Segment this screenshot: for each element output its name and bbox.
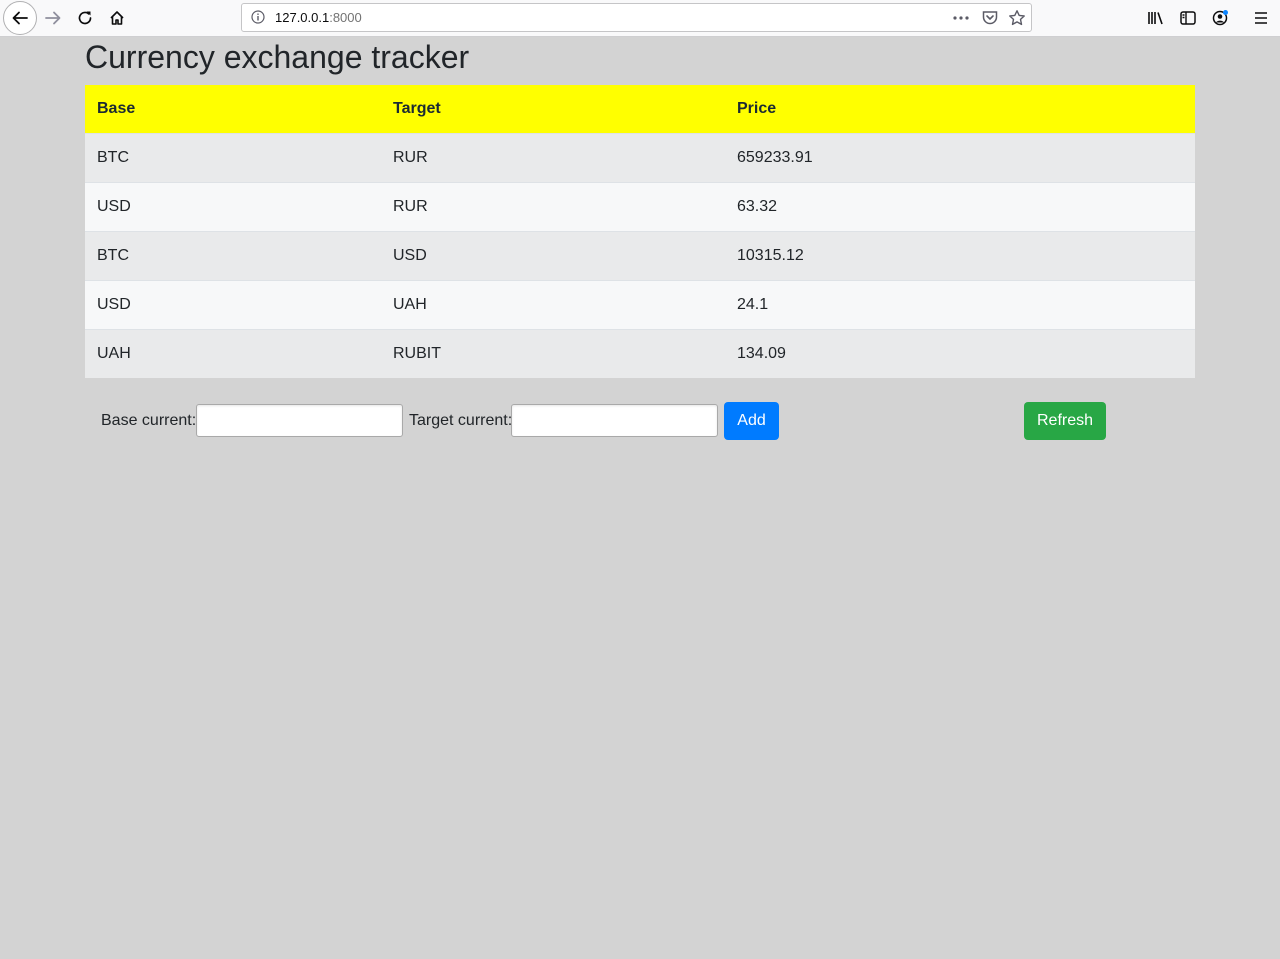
forward-button[interactable]: [36, 1, 70, 35]
account-button[interactable]: [1203, 1, 1237, 35]
url-host: 127.0.0.1: [275, 10, 330, 25]
cell-base: BTC: [85, 132, 381, 182]
browser-toolbar: 127.0.0.1:8000: [0, 0, 1280, 37]
header-price: Price: [725, 85, 1195, 133]
pocket-icon[interactable]: [981, 9, 999, 32]
header-base: Base: [85, 85, 381, 133]
cell-base: USD: [85, 279, 381, 329]
cell-base: BTC: [85, 230, 381, 280]
target-current-input[interactable]: [511, 404, 718, 437]
base-current-label: Base current:: [101, 412, 197, 429]
reload-icon: [78, 11, 92, 25]
cell-target: RUBIT: [381, 328, 725, 378]
menu-button[interactable]: [1244, 1, 1278, 35]
refresh-button[interactable]: Refresh: [1024, 402, 1106, 440]
page-title: Currency exchange tracker: [85, 39, 470, 75]
cell-target: RUR: [381, 181, 725, 231]
library-icon: [1148, 12, 1163, 25]
cell-target: RUR: [381, 132, 725, 182]
url-bar[interactable]: 127.0.0.1:8000: [241, 3, 1032, 32]
home-button[interactable]: [100, 1, 134, 35]
cell-base: UAH: [85, 328, 381, 378]
home-icon: [110, 11, 124, 25]
back-button[interactable]: [3, 1, 37, 35]
add-button[interactable]: Add: [724, 402, 779, 440]
hamburger-menu-icon: [1255, 12, 1267, 24]
table-row: USD RUR 63.32: [85, 181, 1195, 231]
cell-price: 63.32: [725, 181, 1195, 231]
cell-target: UAH: [381, 279, 725, 329]
cell-base: USD: [85, 181, 381, 231]
cell-price: 134.09: [725, 328, 1195, 378]
rates-table: Base Target Price BTC RUR 659233.91 USD …: [85, 85, 1195, 378]
cell-price: 24.1: [725, 279, 1195, 329]
url-port: :8000: [329, 10, 362, 25]
reload-button[interactable]: [68, 1, 102, 35]
library-button[interactable]: [1139, 1, 1173, 35]
base-current-input[interactable]: [196, 404, 403, 437]
table-row: UAH RUBIT 134.09: [85, 328, 1195, 378]
site-info-icon[interactable]: [251, 10, 265, 29]
forward-arrow-icon: [45, 11, 61, 25]
page-actions-icon[interactable]: [952, 9, 970, 32]
cell-price: 659233.91: [725, 132, 1195, 182]
table-row: BTC USD 10315.12: [85, 230, 1195, 280]
table-row: USD UAH 24.1: [85, 279, 1195, 329]
table-header-row: Base Target Price: [85, 85, 1195, 133]
account-icon: [1212, 10, 1228, 26]
target-current-label: Target current:: [409, 412, 513, 429]
header-target: Target: [381, 85, 725, 133]
url-text: 127.0.0.1:8000: [275, 10, 362, 25]
cell-target: USD: [381, 230, 725, 280]
bookmark-star-icon[interactable]: [1008, 9, 1026, 32]
back-arrow-icon: [12, 11, 28, 25]
sidebar-button[interactable]: [1171, 1, 1205, 35]
cell-price: 10315.12: [725, 230, 1195, 280]
table-row: BTC RUR 659233.91: [85, 132, 1195, 182]
sidebar-icon: [1180, 11, 1196, 25]
